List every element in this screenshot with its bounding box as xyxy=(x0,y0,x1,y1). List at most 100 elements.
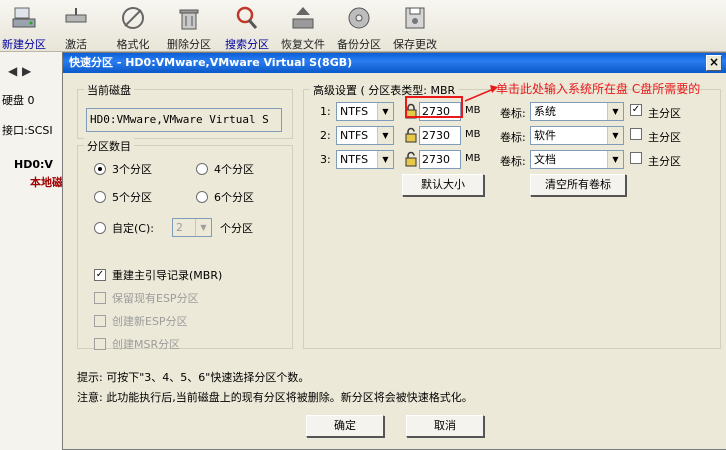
chevron-down-icon: ▼ xyxy=(607,127,623,144)
toolbar-recover-files-button[interactable]: 恢复文件 xyxy=(276,0,330,52)
current-disk-title: 当前磁盘 xyxy=(84,82,134,98)
row-3-primary-checkbox[interactable] xyxy=(630,152,642,164)
forward-arrow-icon[interactable]: ▶ xyxy=(22,64,31,78)
toolbar-label: 激活 xyxy=(65,38,87,51)
close-button[interactable]: × xyxy=(706,55,722,71)
chevron-down-icon: ▼ xyxy=(195,219,211,236)
tree-item-disk[interactable]: HD0:V xyxy=(14,158,53,171)
tip-text: 提示: 可按下"3、4、5、6"快速选择分区个数。 xyxy=(77,371,310,384)
toolbar-new-partition-button[interactable]: 新建分区 xyxy=(0,0,48,52)
row-3-primary-label: 主分区 xyxy=(648,155,681,168)
toolbar-activate-button[interactable]: 激活 xyxy=(52,0,100,52)
row-3-mb-unit: MB xyxy=(465,153,481,164)
new-esp-checkbox[interactable] xyxy=(94,315,106,327)
toolbar-label: 搜索分区 xyxy=(225,38,269,51)
custom-count-value: 2 xyxy=(176,221,183,234)
disk-info-panel: ◀ ▶ 硬盘 0 接口:SCSI HD0:V 本地磁 xyxy=(0,52,64,450)
main-toolbar: 新建分区 激活 格式化 删除分区 搜索分区 恢复文件 备份分区 保存更改 xyxy=(0,0,726,52)
format-icon xyxy=(122,7,144,29)
close-icon: × xyxy=(708,55,720,69)
row-1-primary-label: 主分区 xyxy=(648,107,681,120)
row-3-filesystem-select[interactable]: NTFS ▼ xyxy=(336,150,394,169)
custom-count-select[interactable]: 2 ▼ xyxy=(172,218,212,237)
row-2-index: 2: xyxy=(320,129,331,142)
recover-files-icon xyxy=(292,7,314,29)
chevron-down-icon: ▼ xyxy=(377,127,393,144)
toolbar-label: 恢复文件 xyxy=(281,38,325,51)
toolbar-delete-button[interactable]: 删除分区 xyxy=(162,0,216,52)
annotation-arrow-icon xyxy=(464,85,498,102)
back-arrow-icon[interactable]: ◀ xyxy=(8,64,17,78)
row-2-volume-value: 软件 xyxy=(534,129,556,142)
interface-label: 接口:SCSI xyxy=(2,124,53,137)
dialog-title: 快速分区 - HD0:VMware,VMware Virtual S(8GB) xyxy=(63,53,726,73)
row-1-volume-select[interactable]: 系统 ▼ xyxy=(530,102,624,121)
row-3-filesystem-value: NTFS xyxy=(340,153,369,166)
save-icon xyxy=(405,7,425,29)
toolbar-label: 新建分区 xyxy=(2,38,46,51)
radio-custom-label: 自定(C): xyxy=(112,222,154,235)
row-1-filesystem-select[interactable]: NTFS ▼ xyxy=(336,102,394,121)
row-2-size-input[interactable]: 2730 xyxy=(419,126,461,145)
toolbar-search-partition-button[interactable]: 搜索分区 xyxy=(220,0,274,52)
radio-5-partitions[interactable] xyxy=(94,191,106,203)
clear-labels-button[interactable]: 清空所有卷标 xyxy=(530,174,626,196)
cancel-button[interactable]: 取消 xyxy=(406,415,484,437)
chevron-down-icon: ▼ xyxy=(377,103,393,120)
row-2-primary-checkbox[interactable] xyxy=(630,128,642,140)
row-2-volume-select[interactable]: 软件 ▼ xyxy=(530,126,624,145)
msr-checkbox[interactable] xyxy=(94,338,106,350)
row-1-volume-value: 系统 xyxy=(534,105,556,118)
disk-label: 硬盘 0 xyxy=(2,94,35,107)
radio-3-partitions[interactable] xyxy=(94,163,106,175)
unlock-icon[interactable] xyxy=(404,127,418,143)
activate-icon xyxy=(65,8,87,23)
row-3-size-input[interactable]: 2730 xyxy=(419,150,461,169)
row-2-mb-unit: MB xyxy=(465,129,481,140)
radio-6-partitions[interactable] xyxy=(196,191,208,203)
radio-4-partitions[interactable] xyxy=(196,163,208,175)
row-3-index: 3: xyxy=(320,153,331,166)
radio-4-label: 4个分区 xyxy=(214,163,254,176)
row-1-primary-checkbox[interactable]: ✓ xyxy=(630,104,642,116)
radio-3-label: 3个分区 xyxy=(112,163,152,176)
ok-button[interactable]: 确定 xyxy=(306,415,384,437)
msr-label: 创建MSR分区 xyxy=(112,338,181,351)
row-2-filesystem-select[interactable]: NTFS ▼ xyxy=(336,126,394,145)
trash-icon xyxy=(179,9,199,30)
search-icon xyxy=(236,6,258,29)
toolbar-save-changes-button[interactable]: 保存更改 xyxy=(388,0,442,52)
custom-suffix-label: 个分区 xyxy=(220,222,253,235)
backup-icon xyxy=(348,7,370,29)
toolbar-label: 格式化 xyxy=(116,38,150,51)
annotation-highlight-box xyxy=(405,96,463,118)
chevron-down-icon: ▼ xyxy=(377,151,393,168)
keep-esp-checkbox[interactable] xyxy=(94,292,106,304)
row-3-volume-select[interactable]: 文档 ▼ xyxy=(530,150,624,169)
current-disk-value: HD0:VMware,VMware Virtual S xyxy=(86,108,282,132)
warning-text: 注意: 此功能执行后,当前磁盘上的现有分区将被删除。新分区将会被快速格式化。 xyxy=(77,391,473,404)
radio-5-label: 5个分区 xyxy=(112,191,152,204)
radio-custom[interactable] xyxy=(94,222,106,234)
default-size-button[interactable]: 默认大小 xyxy=(402,174,484,196)
row-1-mb-unit: MB xyxy=(465,105,481,116)
toolbar-label: 保存更改 xyxy=(393,38,437,51)
new-esp-label: 创建新ESP分区 xyxy=(112,315,188,328)
quick-partition-dialog: 快速分区 - HD0:VMware,VMware Virtual S(8GB) … xyxy=(62,52,726,450)
radio-6-label: 6个分区 xyxy=(214,191,254,204)
advanced-settings-group: 高级设置 ( 分区表类型: MBR 1: NTFS ▼ 2730 MB 卷标: … xyxy=(303,82,721,349)
unlock-icon[interactable] xyxy=(404,151,418,167)
toolbar-format-button[interactable]: 格式化 xyxy=(108,0,158,52)
partition-count-group: 分区数目 3个分区 4个分区 5个分区 6个分区 自定(C): 2 ▼ 个分区 … xyxy=(77,138,293,351)
rebuild-mbr-checkbox[interactable]: ✓ xyxy=(94,269,106,281)
chevron-down-icon: ▼ xyxy=(607,151,623,168)
toolbar-backup-button[interactable]: 备份分区 xyxy=(332,0,386,52)
row-1-volume-label: 卷标: xyxy=(500,107,526,120)
toolbar-label: 备份分区 xyxy=(337,38,381,51)
row-2-filesystem-value: NTFS xyxy=(340,129,369,142)
row-2-volume-label: 卷标: xyxy=(500,131,526,144)
tree-item-local[interactable]: 本地磁 xyxy=(30,174,63,190)
partition-count-title: 分区数目 xyxy=(84,138,134,154)
current-disk-group: 当前磁盘 HD0:VMware,VMware Virtual S xyxy=(77,82,293,139)
toolbar-label: 删除分区 xyxy=(167,38,211,51)
